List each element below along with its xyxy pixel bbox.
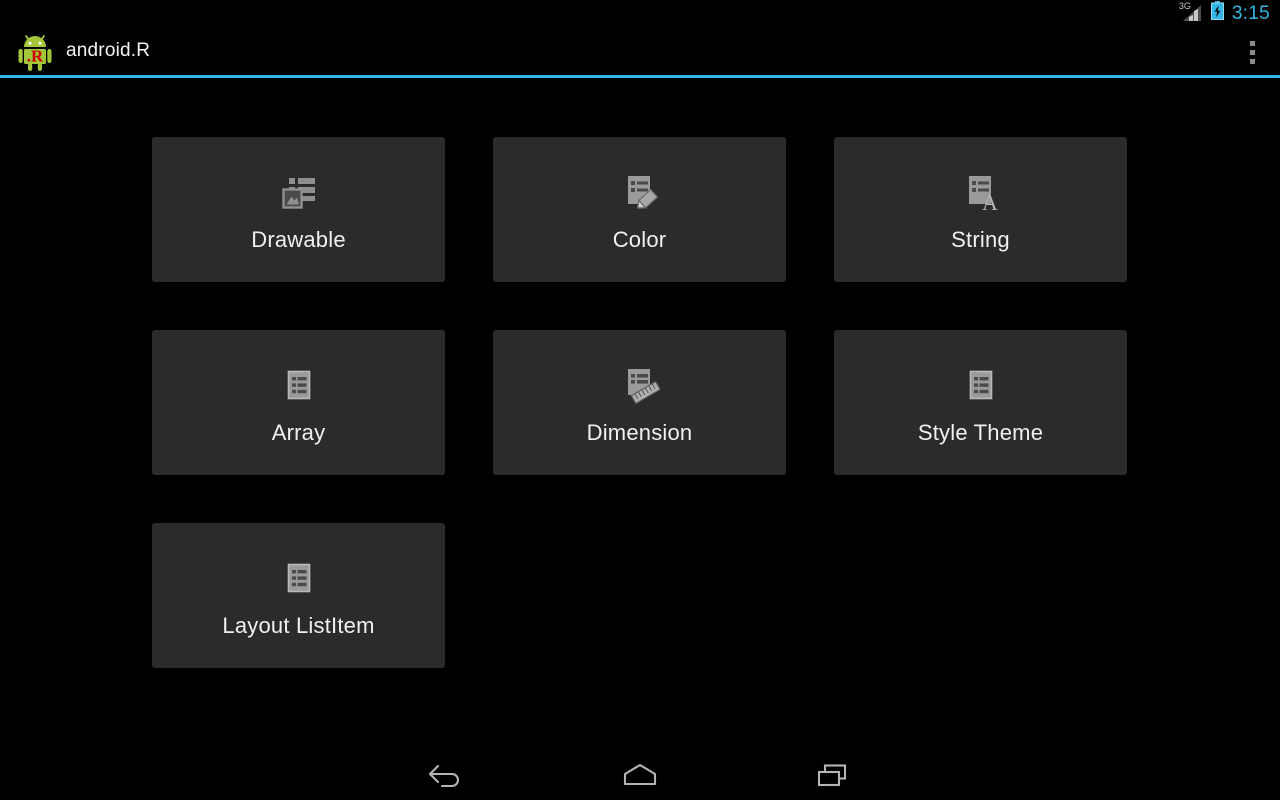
card-drawable[interactable]: Drawable (152, 137, 445, 282)
card-label: Layout ListItem (222, 612, 375, 638)
main-content: Drawable Color A String Array Dimension … (0, 81, 1280, 749)
network-type-label: 3G (1178, 1, 1191, 11)
overflow-dot (1249, 58, 1255, 64)
card-style-theme[interactable]: Style Theme (834, 330, 1127, 475)
overflow-dot (1249, 49, 1255, 55)
card-label: String (951, 226, 1010, 252)
card-label: Drawable (251, 226, 346, 252)
system-navigation-bar (0, 749, 1280, 800)
document-with-pencil-icon (616, 168, 664, 216)
recent-apps-icon[interactable] (800, 751, 864, 799)
list-document-icon (957, 361, 1005, 409)
card-layout-listitem[interactable]: Layout ListItem (152, 523, 445, 668)
list-document-icon (275, 361, 323, 409)
document-with-ruler-icon (616, 361, 664, 409)
home-icon[interactable] (608, 751, 672, 799)
card-label: Color (612, 226, 667, 252)
overflow-dot (1249, 40, 1255, 46)
svg-text:.R: .R (27, 46, 44, 65)
signal-bars-icon: 3G (1178, 1, 1204, 22)
card-string[interactable]: A String (834, 137, 1127, 282)
card-label: Array (271, 419, 326, 445)
list-document-icon (275, 554, 323, 602)
app-title: android.R (66, 39, 151, 61)
svg-text:A: A (982, 190, 998, 215)
status-bar: 3G 3:15 (0, 0, 1280, 26)
card-array[interactable]: Array (152, 330, 445, 475)
list-with-image-icon (275, 168, 323, 216)
status-bar-right-cluster: 3G 3:15 (1178, 1, 1270, 25)
card-label: Dimension (586, 419, 693, 445)
battery-charging-icon (1210, 1, 1224, 25)
document-with-letter-a-icon: A (957, 168, 1005, 216)
card-color[interactable]: Color (493, 137, 786, 282)
action-bar: .R android.R (0, 26, 1280, 78)
overflow-menu-icon[interactable] (1224, 26, 1280, 78)
android-r-logo-icon: .R (14, 30, 56, 72)
back-arrow-icon[interactable] (416, 751, 480, 799)
status-bar-clock: 3:15 (1231, 2, 1270, 24)
card-dimension[interactable]: Dimension (493, 330, 786, 475)
card-label: Style Theme (917, 419, 1044, 445)
resource-category-grid: Drawable Color A String Array Dimension … (152, 137, 1128, 668)
